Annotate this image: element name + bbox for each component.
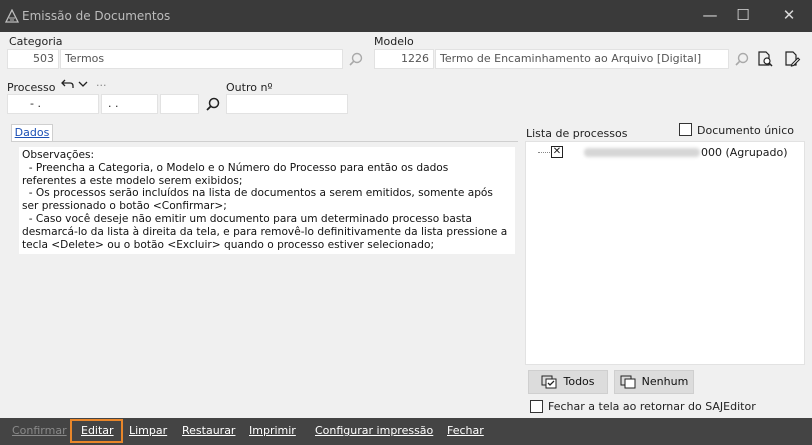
outro-numero-field[interactable] <box>226 94 348 114</box>
modelo-name-field[interactable]: Termo de Encaminhamento ao Arquivo [Digi… <box>435 49 729 69</box>
documento-unico-label: Documento único <box>697 124 794 137</box>
editar-button[interactable]: Editar <box>81 424 114 437</box>
lista-processos[interactable]: ✕ 000 (Agrupado) <box>525 141 805 365</box>
title-bar: Emissão de Documentos — ☐ ✕ <box>0 0 812 32</box>
close-button[interactable]: ✕ <box>772 0 806 32</box>
search-icon[interactable] <box>204 96 222 114</box>
processo-year-field[interactable]: . . <box>101 94 158 114</box>
list-item[interactable]: ✕ 000 (Agrupado) <box>526 145 806 161</box>
search-icon[interactable] <box>347 51 365 69</box>
categoria-name-field[interactable]: Termos <box>60 49 343 69</box>
maximize-button[interactable]: ☐ <box>726 0 760 32</box>
configurar-impressao-button[interactable]: Configurar impressão <box>315 424 433 437</box>
processo-origin-field[interactable] <box>160 94 199 114</box>
limpar-button[interactable]: Limpar <box>129 424 167 437</box>
observacoes-line: referentes a este modelo serem exibidos; <box>22 174 243 187</box>
observacoes-line: - Os processos serão incluídos na lista … <box>22 187 493 200</box>
chevron-down-icon[interactable] <box>77 78 89 90</box>
window-title: Emissão de Documentos <box>22 9 171 23</box>
processo-item-label: 000 (Agrupado) <box>701 146 788 159</box>
documento-unico-checkbox[interactable] <box>679 123 692 136</box>
fechar-tela-label: Fechar a tela ao retornar do SAJEditor <box>548 400 756 413</box>
footer-toolbar: Confirmar Editar Limpar Restaurar Imprim… <box>0 418 812 445</box>
nenhum-label: Nenhum <box>641 375 689 388</box>
tab-dados[interactable]: Dados <box>11 124 53 142</box>
processo-label: Processo <box>7 81 56 94</box>
todos-button[interactable]: Todos <box>528 370 608 394</box>
fechar-button[interactable]: Fechar <box>447 424 484 437</box>
uncheck-list-icon <box>620 375 636 389</box>
observacoes-line: - Preencha a Categoria, o Modelo e o Núm… <box>22 161 449 174</box>
check-list-icon <box>541 375 557 389</box>
categoria-label: Categoria <box>9 35 63 48</box>
doc-search-icon[interactable] <box>756 50 774 68</box>
confirmar-button[interactable]: Confirmar <box>12 424 67 437</box>
observacoes-line: desmarcá-lo da lista à direita da tela, … <box>22 225 508 238</box>
minimize-button[interactable]: — <box>693 0 727 32</box>
observacoes-line: Observações: <box>22 149 95 161</box>
processo-item-checkbox[interactable]: ✕ <box>551 146 563 158</box>
redacted-process-number <box>584 148 700 157</box>
observacoes-text: Observações: - Preencha a Categoria, o M… <box>19 147 515 254</box>
nenhum-button[interactable]: Nenhum <box>614 370 694 394</box>
observacoes-line: ser pressionado o botão <Confirmar>; <box>22 200 227 213</box>
lista-processos-label: Lista de processos <box>526 127 628 140</box>
processo-number-field[interactable]: - . <box>7 94 99 114</box>
doc-edit-icon[interactable] <box>783 50 801 68</box>
observacoes-line: - Caso você deseje não emitir um documen… <box>22 212 473 225</box>
tab-divider <box>11 141 518 142</box>
todos-label: Todos <box>563 375 595 388</box>
observacoes-line: tecla <Delete> ou o botão <Excluir> quan… <box>22 238 435 251</box>
search-icon[interactable] <box>733 51 751 69</box>
undo-icon[interactable] <box>61 77 75 91</box>
outro-numero-label: Outro nº <box>226 81 273 94</box>
processo-more-button[interactable]: ··· <box>96 79 107 92</box>
categoria-code-field[interactable]: 503 <box>7 49 59 69</box>
restaurar-button[interactable]: Restaurar <box>182 424 235 437</box>
modelo-label: Modelo <box>374 35 414 48</box>
imprimir-button[interactable]: Imprimir <box>249 424 296 437</box>
modelo-code-field[interactable]: 1226 <box>374 49 434 69</box>
fechar-tela-checkbox[interactable] <box>530 400 543 413</box>
app-icon <box>5 9 19 23</box>
